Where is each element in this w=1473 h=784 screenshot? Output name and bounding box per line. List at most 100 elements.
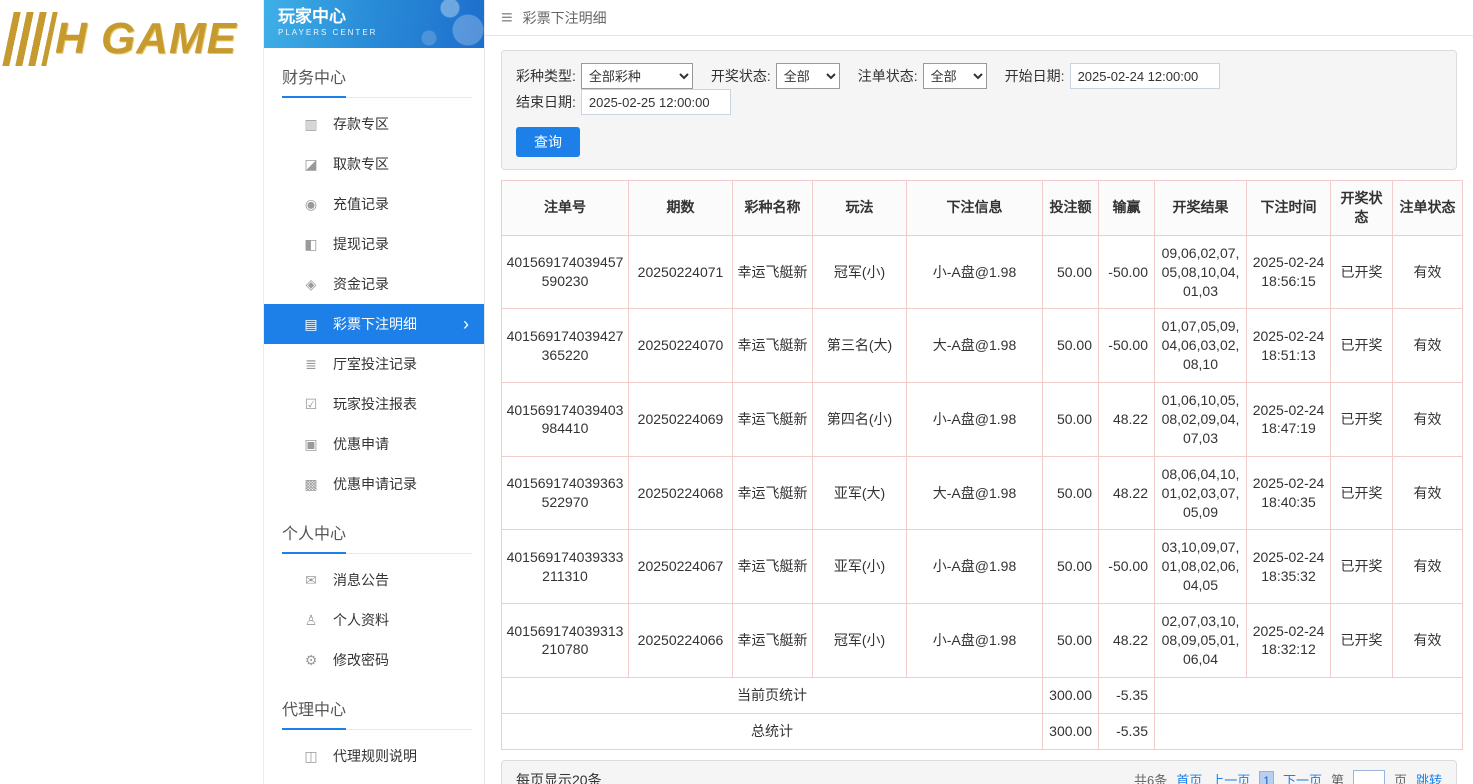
sidebar-item[interactable]: ◧ 提现记录 ›	[264, 224, 484, 264]
cell-order-status: 有效	[1393, 530, 1463, 604]
sidebar-item-label: 代理规则说明	[333, 746, 484, 766]
first-page-link[interactable]: 首页	[1176, 770, 1202, 784]
jump-page-input[interactable]	[1353, 770, 1385, 784]
column-header: 开奖结果	[1155, 181, 1247, 236]
sidebar-item[interactable]: ☑ 玩家投注报表 ›	[264, 384, 484, 424]
cell-win-loss: -50.00	[1099, 235, 1155, 309]
cell-period: 20250224070	[629, 309, 733, 383]
cell-order-status: 有效	[1393, 235, 1463, 309]
sidebar-item-label: 存款专区	[333, 114, 484, 134]
sidebar-item[interactable]: ♙ 个人资料 ›	[264, 600, 484, 640]
jump-suffix-text: 页	[1394, 770, 1407, 784]
draw-status-label: 开奖状态:	[711, 66, 771, 86]
cell-draw-result: 01,07,05,09,04,06,03,02,08,10	[1155, 309, 1247, 383]
agent-rules-icon: ◫	[302, 748, 320, 765]
sidebar-item[interactable]: ◪ 取款专区 ›	[264, 144, 484, 184]
cell-bet-info: 大-A盘@1.98	[907, 456, 1043, 530]
sidebar-item[interactable]: ⚙ 修改密码 ›	[264, 640, 484, 680]
cell-lottery-name: 幸运飞艇新	[733, 235, 813, 309]
logo-text: H GAME	[55, 14, 237, 64]
logo[interactable]: H GAME	[0, 0, 263, 66]
order-status-select[interactable]: 全部	[923, 63, 987, 89]
cell-draw-result: 03,10,09,07,01,08,02,06,04,05	[1155, 530, 1247, 604]
menu-toggle-icon[interactable]: ≡	[501, 8, 513, 28]
filter-panel: 彩种类型: 全部彩种 开奖状态: 全部 注单状态:	[501, 50, 1457, 170]
sidebar-item[interactable]: ◈ 资金记录 ›	[264, 264, 484, 304]
page-size-text: 每页显示20条	[516, 770, 602, 784]
sidebar-item-label: 消息公告	[333, 570, 484, 590]
table-row: 401569174039363522970 20250224068 幸运飞艇新 …	[502, 456, 1463, 530]
sidebar-item-label: 玩家投注报表	[333, 394, 484, 414]
next-page-link[interactable]: 下一页	[1283, 770, 1322, 784]
deposit-icon: ▥	[302, 116, 320, 133]
logo-bars-icon	[2, 12, 57, 66]
column-header: 彩种名称	[733, 181, 813, 236]
cell-play: 第四名(小)	[813, 383, 907, 457]
prev-page-link[interactable]: 上一页	[1211, 770, 1250, 784]
section-title-agent: 代理中心	[282, 680, 472, 730]
withdraw-icon: ◪	[302, 156, 320, 173]
cell-bet-no: 401569174039313210780	[502, 604, 629, 678]
current-page-badge[interactable]: 1	[1259, 771, 1274, 784]
filter-row: 彩种类型: 全部彩种 开奖状态: 全部 注单状态:	[516, 63, 1442, 115]
table-row: 401569174039457590230 20250224071 幸运飞艇新 …	[502, 235, 1463, 309]
filter-start-date: 开始日期:	[1005, 63, 1220, 89]
lottery-type-select[interactable]: 全部彩种	[581, 63, 693, 89]
column-header: 下注时间	[1247, 181, 1331, 236]
cell-period: 20250224066	[629, 604, 733, 678]
cell-period: 20250224071	[629, 235, 733, 309]
start-date-input[interactable]	[1070, 63, 1220, 89]
cell-draw-status: 已开奖	[1331, 235, 1393, 309]
filter-button-row: 查询	[516, 127, 1442, 157]
cell-win-loss: 48.22	[1099, 383, 1155, 457]
cell-amount: 50.00	[1043, 604, 1099, 678]
sidebar-item[interactable]: ▩ 优惠申请记录 ›	[264, 464, 484, 504]
cell-bet-no: 401569174039427365220	[502, 309, 629, 383]
cell-period: 20250224068	[629, 456, 733, 530]
announcements-icon: ✉	[302, 572, 320, 589]
sidebar-item-label: 彩票下注明细	[333, 314, 484, 334]
column-header: 期数	[629, 181, 733, 236]
filter-draw-status: 开奖状态: 全部	[711, 63, 840, 89]
sidebar-item[interactable]: ≣ 厅室投注记录 ›	[264, 344, 484, 384]
funds-records-icon: ◈	[302, 276, 320, 293]
search-button[interactable]: 查询	[516, 127, 580, 157]
cell-lottery-name: 幸运飞艇新	[733, 530, 813, 604]
change-password-icon: ⚙	[302, 652, 320, 669]
order-status-label: 注单状态:	[858, 66, 918, 86]
sidebar-header: 玩家中心 PLAYERS CENTER	[264, 0, 484, 48]
sidebar-menu-agent: ◫ 代理规则说明 › ▦ 代理团队统计 ›	[264, 730, 484, 784]
cell-order-status: 有效	[1393, 309, 1463, 383]
sidebar-item[interactable]: ▦ 代理团队统计 ›	[264, 776, 484, 784]
cell-bet-info: 小-A盘@1.98	[907, 235, 1043, 309]
table-row: 401569174039427365220 20250224070 幸运飞艇新 …	[502, 309, 1463, 383]
draw-status-select[interactable]: 全部	[776, 63, 840, 89]
sidebar-item[interactable]: ▤ 彩票下注明细 ›	[264, 304, 484, 344]
cell-bet-time: 2025-02-24 18:51:13	[1247, 309, 1331, 383]
brand-column: H GAME	[0, 0, 264, 784]
column-header: 注单状态	[1393, 181, 1463, 236]
sidebar-item-label: 取款专区	[333, 154, 484, 174]
column-header: 输赢	[1099, 181, 1155, 236]
sidebar-item[interactable]: ▥ 存款专区 ›	[264, 104, 484, 144]
sidebar-item-label: 个人资料	[333, 610, 484, 630]
sidebar: 玩家中心 PLAYERS CENTER 财务中心 ▥ 存款专区 › ◪ 取款专区…	[264, 0, 485, 784]
sidebar-item[interactable]: ◉ 充值记录 ›	[264, 184, 484, 224]
cell-bet-no: 401569174039457590230	[502, 235, 629, 309]
jump-prefix-text: 第	[1331, 770, 1344, 784]
end-date-input[interactable]	[581, 89, 731, 115]
cell-lottery-name: 幸运飞艇新	[733, 456, 813, 530]
sidebar-item[interactable]: ▣ 优惠申请 ›	[264, 424, 484, 464]
sidebar-item-label: 优惠申请	[333, 434, 484, 454]
sidebar-item[interactable]: ◫ 代理规则说明 ›	[264, 736, 484, 776]
cell-win-loss: -50.00	[1099, 530, 1155, 604]
page-total-amount: 300.00	[1043, 677, 1099, 713]
cell-draw-status: 已开奖	[1331, 604, 1393, 678]
section-title-personal: 个人中心	[282, 504, 472, 554]
jump-button[interactable]: 跳转	[1416, 770, 1442, 784]
cell-draw-result: 02,07,03,10,08,09,05,01,06,04	[1155, 604, 1247, 678]
section-title-finance: 财务中心	[282, 48, 472, 98]
sidebar-item-label: 修改密码	[333, 650, 484, 670]
total-count-text: 共6条	[1134, 770, 1167, 784]
sidebar-item[interactable]: ✉ 消息公告 ›	[264, 560, 484, 600]
